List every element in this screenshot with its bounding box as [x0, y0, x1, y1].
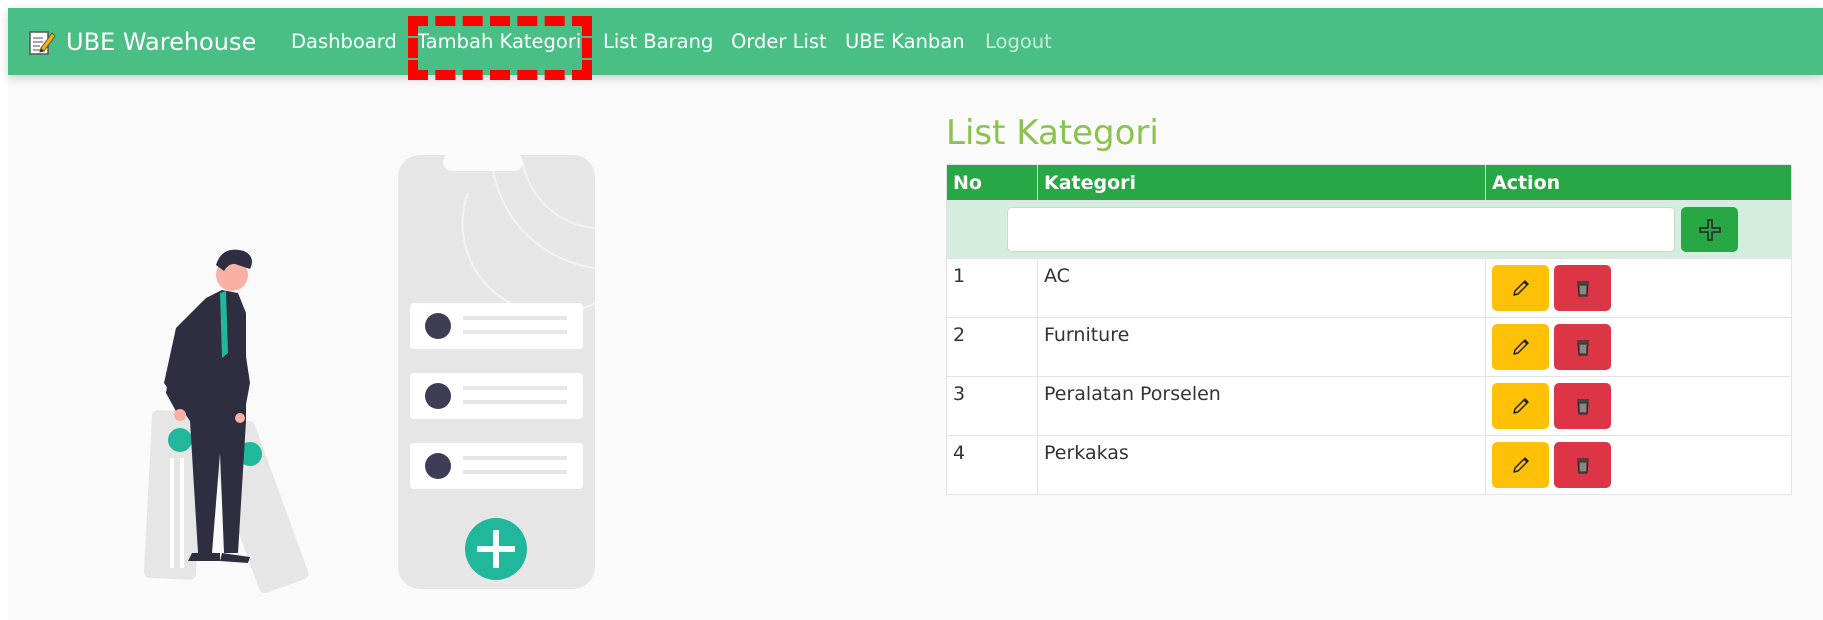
delete-button[interactable]: [1554, 265, 1611, 311]
column-header-kategori: Kategori: [1037, 164, 1486, 201]
edit-button[interactable]: [1492, 265, 1549, 311]
page: UBE Warehouse Dashboard Tambah Kategori …: [8, 8, 1823, 620]
nav-list-barang[interactable]: List Barang: [603, 8, 713, 75]
edit-button[interactable]: [1492, 324, 1549, 370]
table-row: 1 AC: [946, 258, 1792, 318]
add-kategori-button[interactable]: [1681, 207, 1738, 252]
kategori-input[interactable]: [1007, 207, 1675, 252]
delete-button[interactable]: [1554, 324, 1611, 370]
column-header-action: Action: [1485, 164, 1792, 201]
pencil-icon: [1512, 398, 1529, 414]
column-header-no: No: [946, 164, 1038, 201]
trash-icon: [1576, 340, 1589, 356]
trash-icon: [1576, 399, 1589, 415]
trash-icon: [1576, 281, 1589, 297]
delete-button[interactable]: [1554, 383, 1611, 429]
brand-label: UBE Warehouse: [66, 27, 257, 56]
navbar: UBE Warehouse Dashboard Tambah Kategori …: [8, 8, 1823, 75]
cell-kategori: Perkakas: [1037, 435, 1486, 495]
cell-no: 2: [946, 317, 1038, 377]
table-row: 2 Furniture: [946, 317, 1792, 377]
add-kategori-row: [946, 200, 1792, 259]
empty-list-illustration: [143, 153, 596, 594]
nav-ube-kanban[interactable]: UBE Kanban: [845, 8, 965, 75]
kategori-table: No Kategori Action 1 AC 2 Furniture 3 Pe…: [946, 164, 1792, 495]
pencil-icon: [1512, 339, 1529, 355]
notepad-pencil-icon: [29, 30, 56, 55]
cell-no: 4: [946, 435, 1038, 495]
table-header-row: No Kategori Action: [946, 164, 1792, 201]
cell-action: [1485, 317, 1792, 377]
cell-kategori: Furniture: [1037, 317, 1486, 377]
nav-tambah-kategori[interactable]: Tambah Kategori: [417, 8, 581, 75]
edit-button[interactable]: [1492, 442, 1549, 488]
brand[interactable]: UBE Warehouse: [28, 8, 256, 75]
pencil-icon: [1512, 457, 1529, 473]
cell-kategori: Peralatan Porselen: [1037, 376, 1486, 436]
page-title: List Kategori: [946, 113, 1159, 153]
cell-action: [1485, 376, 1792, 436]
edit-button[interactable]: [1492, 383, 1549, 429]
plus-icon: [1698, 218, 1721, 241]
delete-button[interactable]: [1554, 442, 1611, 488]
pencil-icon: [1512, 280, 1529, 296]
kategori-panel: List Kategori No Kategori Action 1 AC 2 …: [946, 108, 1801, 495]
cell-no: 1: [946, 258, 1038, 318]
trash-icon: [1576, 458, 1589, 474]
nav-dashboard[interactable]: Dashboard: [291, 8, 397, 75]
cell-kategori: AC: [1037, 258, 1486, 318]
table-row: 4 Perkakas: [946, 435, 1792, 495]
nav-logout[interactable]: Logout: [985, 8, 1052, 75]
cell-no: 3: [946, 376, 1038, 436]
nav-order-list[interactable]: Order List: [731, 8, 827, 75]
cell-action: [1485, 435, 1792, 495]
table-row: 3 Peralatan Porselen: [946, 376, 1792, 436]
cell-action: [1485, 258, 1792, 318]
